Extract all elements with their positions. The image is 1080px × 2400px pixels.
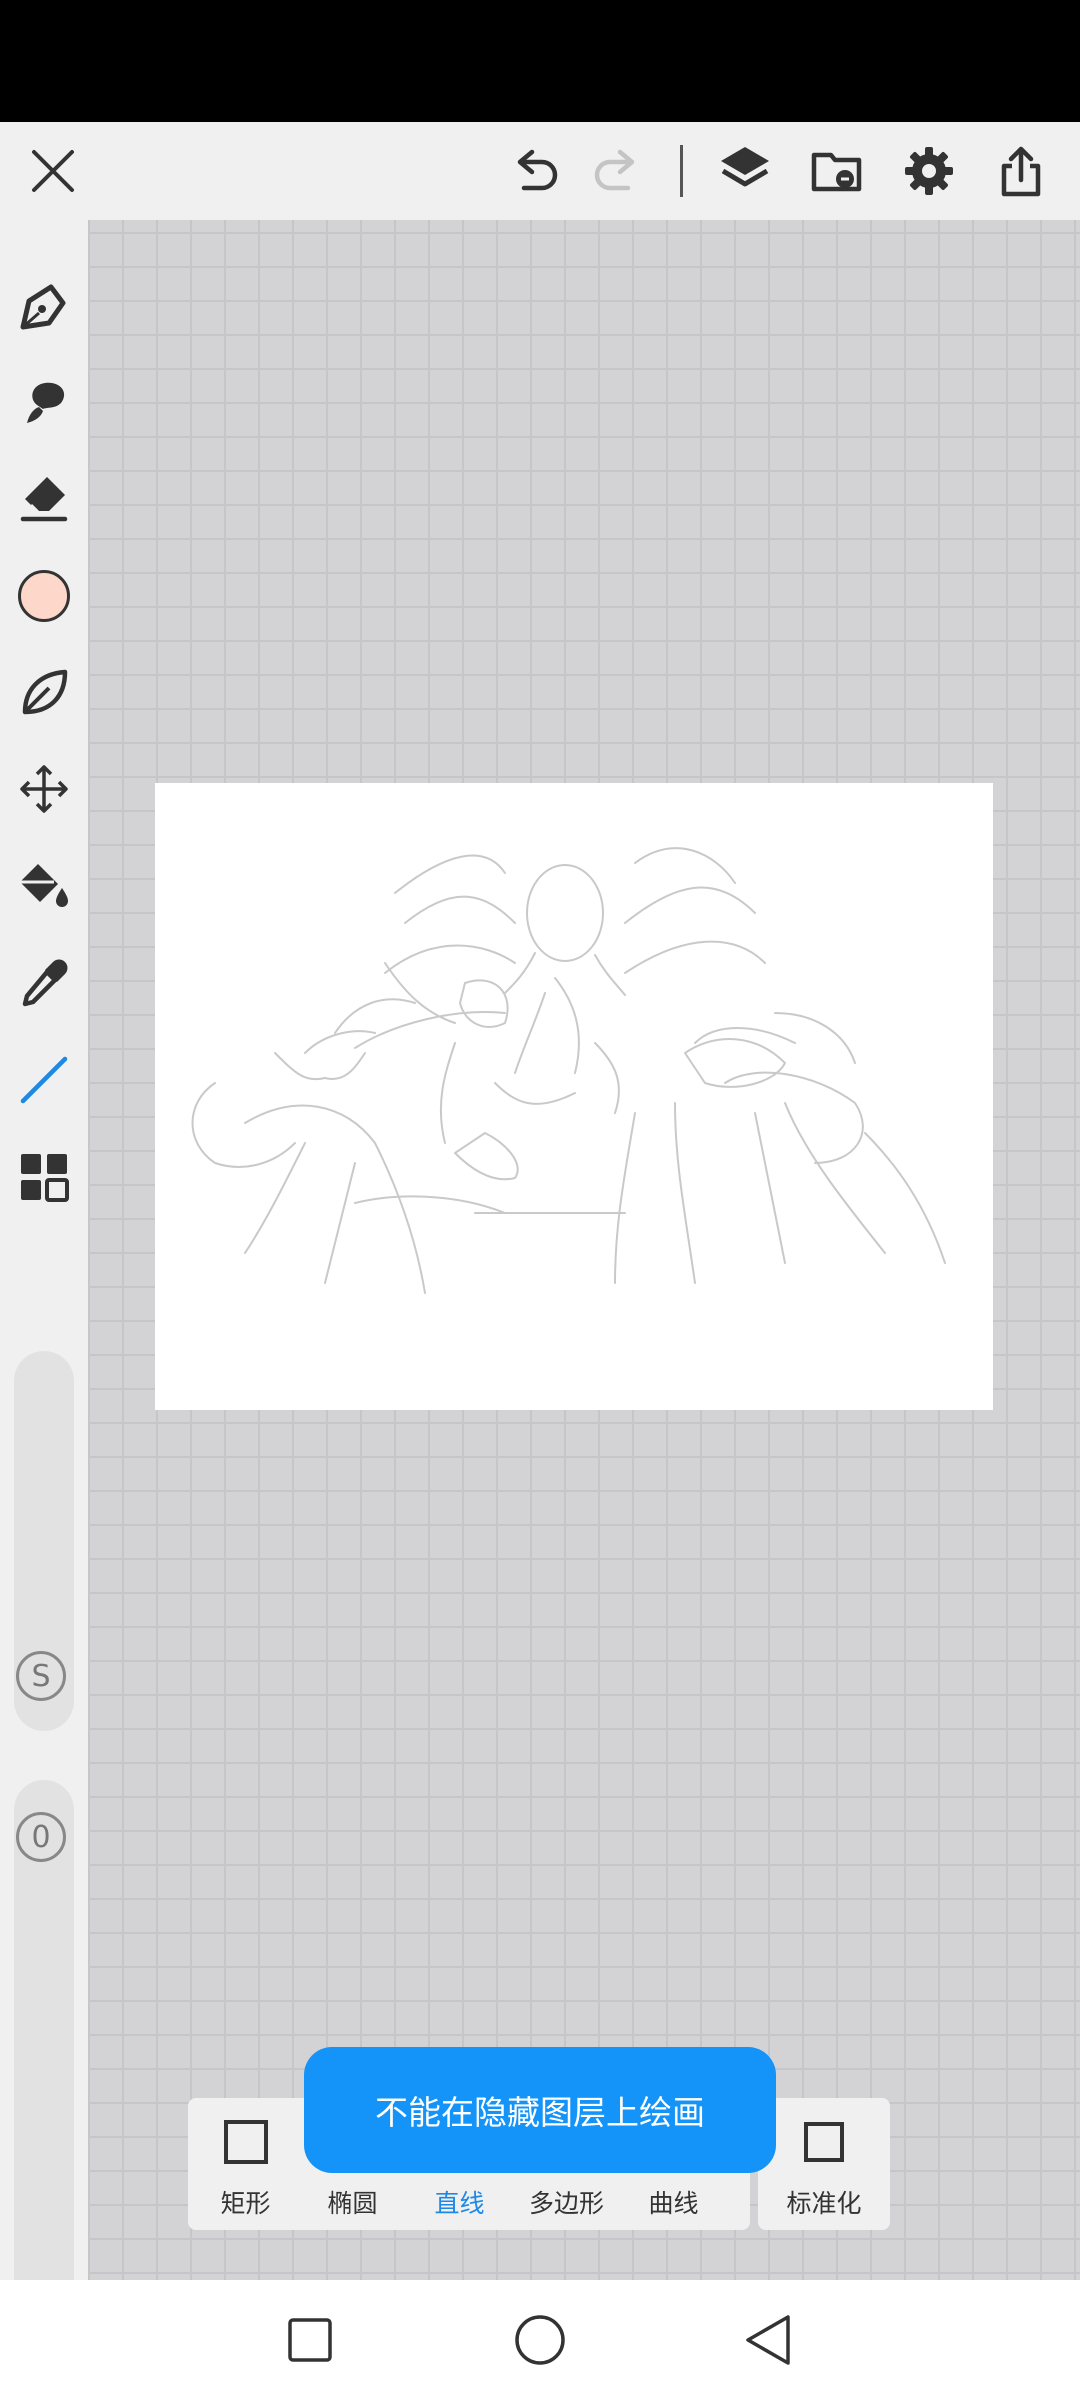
back-button[interactable] bbox=[723, 2298, 813, 2382]
gallery-button[interactable] bbox=[792, 122, 882, 220]
sketch-drawing bbox=[191, 847, 946, 1294]
shape-option-label: 矩形 bbox=[220, 2189, 271, 2218]
square-icon bbox=[288, 2318, 332, 2362]
status-bar bbox=[0, 0, 1080, 122]
shape-option-label: 椭圆 bbox=[327, 2189, 378, 2218]
pen-tool-button[interactable] bbox=[0, 261, 88, 351]
toolbar-divider bbox=[680, 145, 683, 197]
left-toolbar: S 0 bbox=[0, 220, 88, 2380]
shape-option-label: 多边形 bbox=[528, 2189, 604, 2218]
brush-size-slider[interactable]: S bbox=[14, 1351, 74, 1731]
close-icon bbox=[32, 150, 74, 192]
line-icon bbox=[20, 1056, 68, 1104]
opacity-badge: 0 bbox=[16, 1812, 66, 1862]
undo-button[interactable] bbox=[490, 122, 580, 220]
move-tool-button[interactable] bbox=[0, 744, 88, 834]
lasso-tool-button[interactable] bbox=[0, 648, 88, 738]
size-badge: S bbox=[16, 1651, 66, 1701]
move-icon bbox=[20, 765, 68, 813]
checkbox-icon bbox=[804, 2122, 844, 2162]
paint-bucket-icon bbox=[20, 864, 68, 907]
current-color-swatch bbox=[18, 570, 70, 622]
brush-tool-button[interactable] bbox=[0, 357, 88, 447]
pen-icon bbox=[20, 284, 66, 330]
normalize-toggle[interactable]: 标准化 bbox=[758, 2098, 890, 2230]
normalize-label: 标准化 bbox=[786, 2189, 862, 2218]
shape-tool-button[interactable] bbox=[0, 1035, 88, 1125]
undo-icon bbox=[517, 149, 558, 191]
top-toolbar bbox=[0, 122, 1080, 220]
eraser-icon bbox=[20, 477, 68, 522]
leaf-icon bbox=[22, 669, 68, 715]
share-icon bbox=[1001, 146, 1041, 197]
grid-icon bbox=[21, 1154, 69, 1202]
redo-icon bbox=[594, 149, 635, 191]
eyedropper-icon bbox=[22, 959, 68, 1007]
shape-option-label: 曲线 bbox=[648, 2189, 699, 2218]
layers-icon bbox=[721, 147, 769, 187]
fill-tool-button[interactable] bbox=[0, 841, 88, 931]
system-nav-bar bbox=[0, 2280, 1080, 2400]
redo-button[interactable] bbox=[572, 122, 662, 220]
more-tools-button[interactable] bbox=[0, 1132, 88, 1222]
eraser-tool-button[interactable] bbox=[0, 453, 88, 543]
circle-icon bbox=[515, 2315, 565, 2365]
brush-icon bbox=[27, 382, 65, 423]
recents-button[interactable] bbox=[265, 2298, 355, 2382]
folder-icon bbox=[811, 152, 862, 192]
layers-button[interactable] bbox=[700, 122, 790, 220]
home-button[interactable] bbox=[495, 2298, 585, 2382]
settings-button[interactable] bbox=[884, 122, 974, 220]
share-button[interactable] bbox=[976, 122, 1066, 220]
triangle-back-icon bbox=[746, 2315, 790, 2365]
rectangle-icon bbox=[223, 2120, 268, 2164]
toast-message: 不能在隐藏图层上绘画 bbox=[304, 2047, 776, 2173]
gear-icon bbox=[905, 147, 953, 195]
shape-option-rectangle[interactable]: 矩形 bbox=[192, 2098, 299, 2230]
artboard[interactable] bbox=[155, 783, 993, 1410]
color-picker-button[interactable] bbox=[0, 551, 88, 641]
shape-option-label: 直线 bbox=[434, 2189, 485, 2218]
close-button[interactable] bbox=[8, 122, 98, 220]
eyedropper-tool-button[interactable] bbox=[0, 938, 88, 1028]
